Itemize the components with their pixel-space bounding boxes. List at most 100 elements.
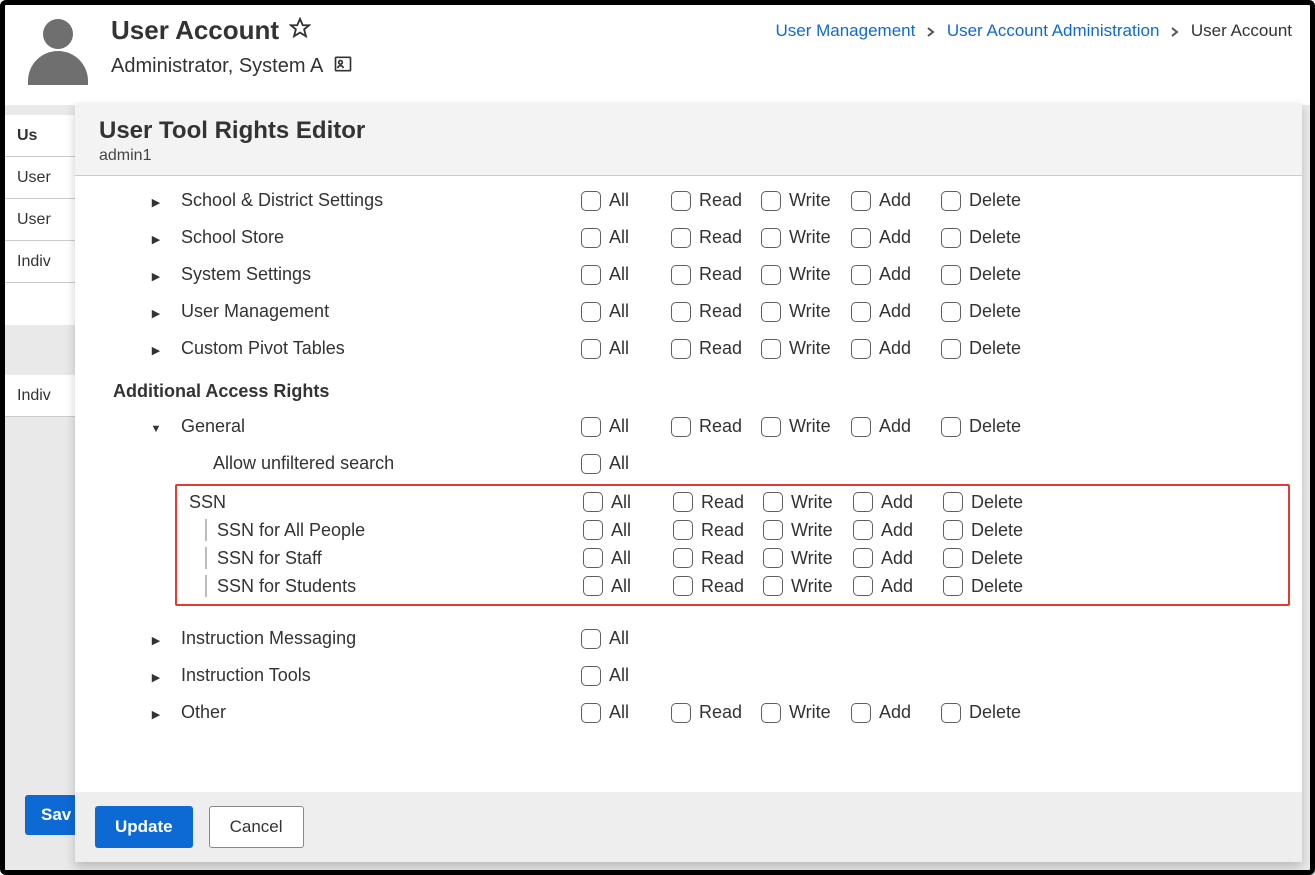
checkbox-read[interactable] (673, 548, 693, 568)
checkbox-add[interactable] (851, 265, 871, 285)
checkbox-read[interactable] (673, 576, 693, 596)
checkbox-add[interactable] (851, 339, 871, 359)
checkbox-read[interactable] (671, 302, 691, 322)
checkbox-write[interactable] (763, 492, 783, 512)
perm-label-all: All (611, 492, 631, 513)
expand-toggle[interactable] (149, 338, 163, 359)
breadcrumb-link-user-management[interactable]: User Management (776, 21, 916, 40)
checkbox-add[interactable] (853, 548, 873, 568)
checkbox-write[interactable] (763, 576, 783, 596)
breadcrumb-link-user-account-admin[interactable]: User Account Administration (947, 21, 1160, 40)
checkbox-delete[interactable] (941, 703, 961, 723)
perm-label-add: Add (881, 548, 913, 569)
expand-toggle[interactable] (149, 416, 163, 437)
checkbox-write[interactable] (761, 191, 781, 211)
perm-label-write: Write (789, 190, 831, 211)
checkbox-add[interactable] (851, 703, 871, 723)
checkbox-all[interactable] (581, 703, 601, 723)
bg-tab[interactable]: User (5, 157, 75, 199)
perm-write: Write (761, 702, 851, 723)
checkbox-read[interactable] (671, 265, 691, 285)
checkbox-write[interactable] (761, 339, 781, 359)
perm-label-write: Write (789, 227, 831, 248)
checkbox-all[interactable] (581, 265, 601, 285)
perm-add: Add (851, 264, 941, 285)
checkbox-all[interactable] (583, 520, 603, 540)
bg-tab[interactable]: Indiv (5, 241, 75, 283)
checkbox-all[interactable] (581, 228, 601, 248)
checkbox-read[interactable] (671, 228, 691, 248)
checkbox-all[interactable] (581, 191, 601, 211)
checkbox-read[interactable] (673, 492, 693, 512)
rights-row-label: General (181, 416, 245, 437)
checkbox-write[interactable] (761, 265, 781, 285)
checkbox-add[interactable] (853, 520, 873, 540)
checkbox-write[interactable] (761, 417, 781, 437)
checkbox-add[interactable] (851, 228, 871, 248)
bg-tab[interactable]: User (5, 199, 75, 241)
checkbox-delete[interactable] (941, 191, 961, 211)
perm-columns: AllReadWriteAddDelete (583, 576, 1033, 597)
checkbox-write[interactable] (761, 302, 781, 322)
editor-body[interactable]: Scheduling & CoursesAllReadWriteAddDelet… (75, 176, 1302, 792)
checkbox-all[interactable] (581, 417, 601, 437)
checkbox-all[interactable] (583, 576, 603, 596)
checkbox-add[interactable] (851, 302, 871, 322)
rights-row-label: Other (181, 702, 226, 723)
checkbox-write[interactable] (761, 228, 781, 248)
expand-toggle[interactable] (149, 264, 163, 285)
perm-label-all: All (609, 190, 629, 211)
checkbox-all[interactable] (583, 548, 603, 568)
checkbox-all[interactable] (581, 302, 601, 322)
checkbox-add[interactable] (851, 417, 871, 437)
checkbox-all[interactable] (581, 666, 601, 686)
star-icon[interactable] (279, 17, 311, 44)
checkbox-read[interactable] (671, 191, 691, 211)
perm-columns: AllReadWriteAddDelete (581, 702, 1031, 723)
checkbox-all[interactable] (583, 492, 603, 512)
id-card-icon[interactable] (323, 54, 353, 79)
checkbox-delete[interactable] (941, 302, 961, 322)
checkbox-delete[interactable] (943, 548, 963, 568)
perm-add: Add (853, 492, 943, 513)
expand-toggle[interactable] (149, 227, 163, 248)
cancel-button[interactable]: Cancel (209, 806, 304, 848)
perm-all: All (581, 665, 671, 686)
perm-columns: All (581, 453, 1031, 474)
checkbox-delete[interactable] (941, 228, 961, 248)
checkbox-write[interactable] (763, 520, 783, 540)
checkbox-delete[interactable] (941, 265, 961, 285)
checkbox-read[interactable] (673, 520, 693, 540)
expand-toggle[interactable] (149, 628, 163, 649)
perm-all: All (581, 453, 671, 474)
expand-toggle[interactable] (149, 190, 163, 211)
checkbox-delete[interactable] (941, 417, 961, 437)
expand-toggle[interactable] (149, 665, 163, 686)
perm-label-read: Read (701, 548, 744, 569)
checkbox-read[interactable] (671, 417, 691, 437)
checkbox-delete[interactable] (943, 520, 963, 540)
checkbox-all[interactable] (581, 339, 601, 359)
checkbox-read[interactable] (671, 339, 691, 359)
perm-all: All (581, 338, 671, 359)
expand-toggle[interactable] (149, 301, 163, 322)
checkbox-add[interactable] (853, 492, 873, 512)
checkbox-write[interactable] (761, 703, 781, 723)
checkbox-delete[interactable] (943, 576, 963, 596)
checkbox-all[interactable] (581, 454, 601, 474)
checkbox-add[interactable] (853, 576, 873, 596)
bg-tab[interactable]: Indiv (5, 375, 75, 417)
perm-delete: Delete (941, 190, 1031, 211)
perm-label-read: Read (701, 576, 744, 597)
perm-label-all: All (609, 227, 629, 248)
checkbox-write[interactable] (763, 548, 783, 568)
expand-toggle[interactable] (149, 702, 163, 723)
checkbox-delete[interactable] (943, 492, 963, 512)
checkbox-read[interactable] (671, 703, 691, 723)
perm-delete: Delete (943, 520, 1033, 541)
update-button[interactable]: Update (95, 806, 193, 848)
checkbox-all[interactable] (581, 629, 601, 649)
checkbox-delete[interactable] (941, 339, 961, 359)
bg-tab[interactable]: Us (5, 115, 75, 157)
checkbox-add[interactable] (851, 191, 871, 211)
